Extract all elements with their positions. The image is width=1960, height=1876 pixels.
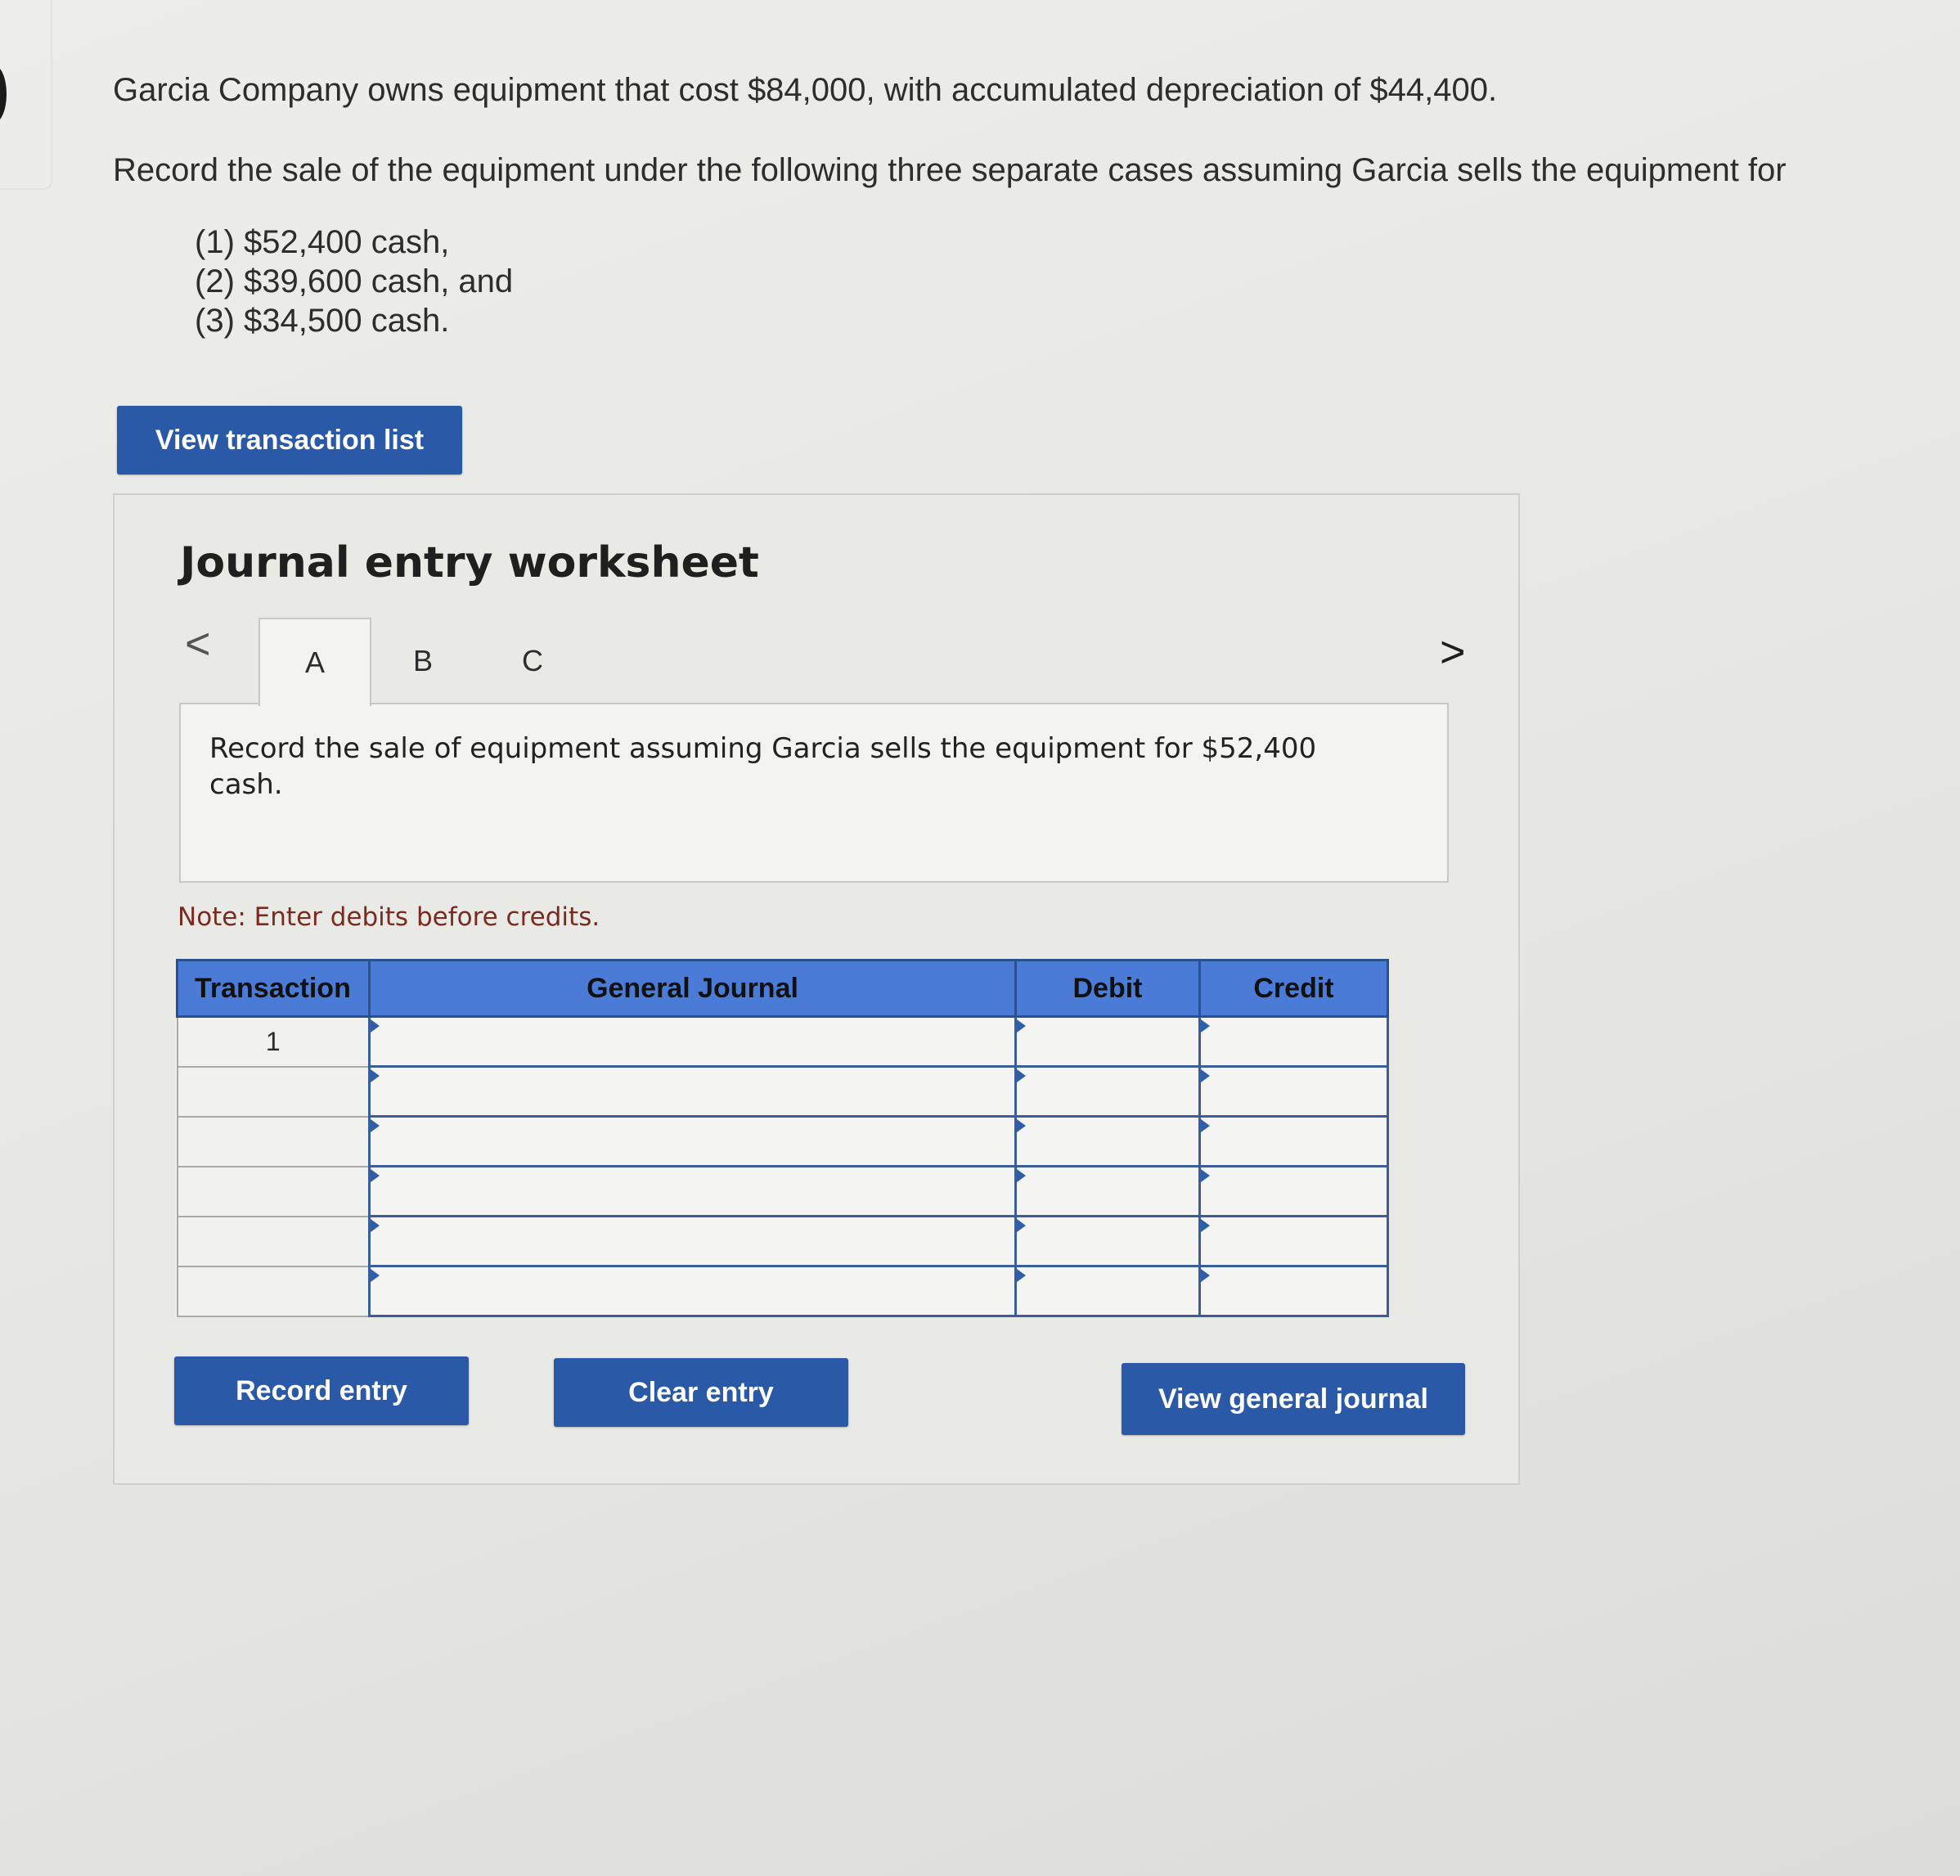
debit-input[interactable] [1017,1267,1198,1315]
case-item-2: (2) $39,600 cash, and [195,263,514,299]
credit-cell[interactable] [1198,1265,1389,1317]
credit-input[interactable] [1201,1167,1387,1215]
header-transaction: Transaction [176,959,371,1018]
view-general-journal-button[interactable]: View general journal [1122,1363,1465,1435]
dropdown-marker-icon [1201,1169,1210,1182]
record-entry-button[interactable]: Record entry [174,1356,469,1425]
dropdown-marker-icon [1201,1219,1210,1232]
account-input[interactable] [371,1068,1014,1115]
prompt-text: Record the sale of equipment assuming Ga… [209,732,1317,801]
prompt-box: Record the sale of equipment assuming Ga… [179,703,1449,883]
left-edge-panel [0,0,52,190]
table-row [176,1165,1389,1217]
debit-cell[interactable] [1014,1015,1201,1068]
debit-cell[interactable] [1014,1065,1201,1118]
dropdown-marker-icon [371,1269,380,1282]
chevron-left-icon[interactable]: < [185,622,211,666]
debit-input[interactable] [1017,1018,1198,1065]
account-input[interactable] [371,1267,1014,1315]
credit-cell[interactable] [1198,1215,1389,1267]
case-item-3: (3) $34,500 cash. [195,303,450,339]
account-input[interactable] [371,1118,1014,1165]
dropdown-marker-icon [1017,1069,1026,1082]
table-row [176,1065,1389,1118]
table-row [176,1115,1389,1167]
header-credit: Credit [1198,959,1389,1018]
transaction-cell [176,1215,371,1267]
account-cell[interactable] [368,1165,1017,1217]
account-input[interactable] [371,1167,1014,1215]
account-cell[interactable] [368,1065,1017,1118]
dropdown-marker-icon [371,1019,380,1032]
debit-input[interactable] [1017,1068,1198,1115]
dropdown-marker-icon [1201,1069,1210,1082]
tab-b[interactable]: B [368,618,478,704]
transaction-cell [176,1165,371,1217]
credit-cell[interactable] [1198,1065,1389,1118]
note-text: Note: Enter debits before credits. [178,902,600,932]
table-row [176,1215,1389,1267]
view-transaction-list-button[interactable]: View transaction list [117,406,462,475]
chevron-right-icon[interactable]: > [1440,630,1466,674]
dropdown-marker-icon [1017,1269,1026,1282]
credit-input[interactable] [1201,1018,1387,1065]
debit-cell[interactable] [1014,1265,1201,1317]
table-row [176,1265,1389,1317]
dropdown-marker-icon [1201,1019,1210,1032]
journal-header-row: Transaction General Journal Debit Credit [176,959,1389,1018]
header-general-journal: General Journal [368,959,1017,1018]
problem-statement: Garcia Company owns equipment that cost … [113,72,1498,108]
credit-input[interactable] [1201,1118,1387,1165]
dropdown-marker-icon [371,1119,380,1132]
credit-input[interactable] [1201,1217,1387,1265]
account-input[interactable] [371,1217,1014,1265]
account-input[interactable] [371,1018,1014,1065]
transaction-cell [176,1115,371,1167]
dropdown-marker-icon [1017,1119,1026,1132]
credit-input[interactable] [1201,1267,1387,1315]
credit-cell[interactable] [1198,1115,1389,1167]
credit-cell[interactable] [1198,1015,1389,1068]
debit-cell[interactable] [1014,1165,1201,1217]
dropdown-marker-icon [371,1169,380,1182]
case-list: (1) $52,400 cash, (2) $39,600 cash, and … [195,223,513,340]
dropdown-marker-icon [1017,1169,1026,1182]
journal-table: Transaction General Journal Debit Credit… [176,959,1389,1317]
debit-input[interactable] [1017,1167,1198,1215]
dropdown-marker-icon [1201,1119,1210,1132]
journal-entry-worksheet: Journal entry worksheet < A B C > Record… [113,493,1520,1485]
table-row: 1 [176,1015,1389,1068]
account-cell[interactable] [368,1215,1017,1267]
transaction-cell: 1 [176,1015,371,1068]
debit-cell[interactable] [1014,1115,1201,1167]
transaction-cell [176,1265,371,1317]
dropdown-marker-icon [1201,1269,1210,1282]
problem-instruction: Record the sale of the equipment under t… [113,152,1787,188]
tab-a[interactable]: A [258,618,371,706]
account-cell[interactable] [368,1115,1017,1167]
dropdown-marker-icon [1017,1019,1026,1032]
account-cell[interactable] [368,1265,1017,1317]
tab-c[interactable]: C [478,618,587,704]
account-cell[interactable] [368,1015,1017,1068]
credit-cell[interactable] [1198,1165,1389,1217]
clear-entry-button[interactable]: Clear entry [554,1358,848,1427]
dropdown-marker-icon [371,1219,380,1232]
credit-input[interactable] [1201,1068,1387,1115]
debit-input[interactable] [1017,1217,1198,1265]
transaction-cell [176,1065,371,1118]
case-item-1: (1) $52,400 cash, [195,224,450,260]
debit-cell[interactable] [1014,1215,1201,1267]
dropdown-marker-icon [1017,1219,1026,1232]
worksheet-title: Journal entry worksheet [180,538,759,587]
dropdown-marker-icon [371,1069,380,1082]
debit-input[interactable] [1017,1118,1198,1165]
header-debit: Debit [1014,959,1201,1018]
